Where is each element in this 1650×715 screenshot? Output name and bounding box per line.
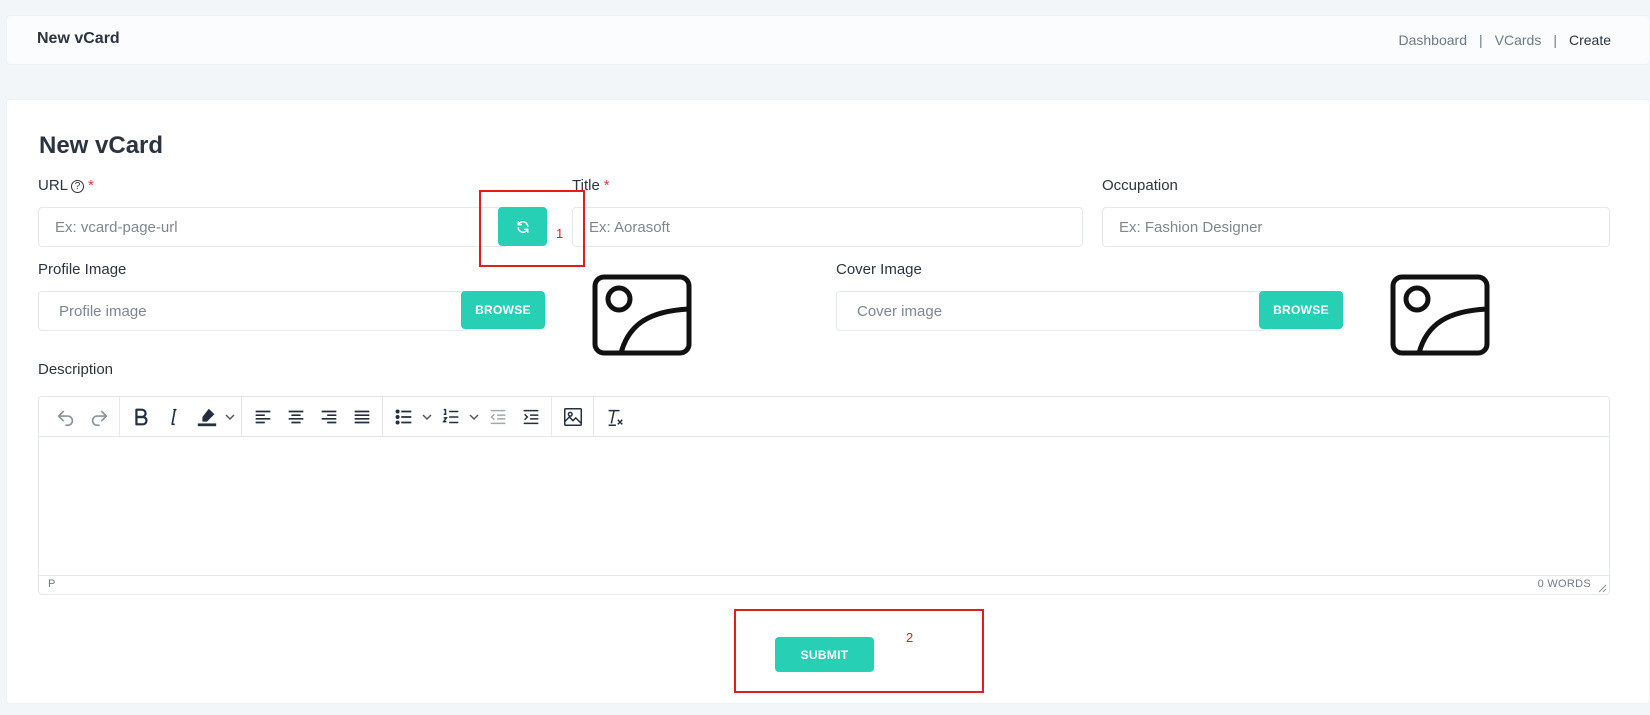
rich-text-editor: P 0 WORDS — [38, 396, 1610, 595]
editor-content-area[interactable] — [39, 437, 1609, 577]
toolbar-group-history — [45, 396, 120, 437]
chevron-down-icon[interactable] — [420, 411, 434, 423]
annotation-number-2: 2 — [906, 630, 914, 645]
breadcrumb-dashboard[interactable]: Dashboard — [1399, 32, 1468, 48]
cover-image-browse-button[interactable]: BROWSE — [1259, 291, 1343, 329]
breadcrumb-vcards[interactable]: VCards — [1495, 32, 1542, 48]
editor-toolbar — [39, 396, 1609, 437]
image-placeholder-icon — [592, 274, 692, 356]
profile-image-input[interactable] — [38, 291, 468, 331]
cover-image-input[interactable] — [836, 291, 1266, 331]
profile-image-label: Profile Image — [38, 261, 127, 278]
image-icon[interactable] — [556, 401, 589, 433]
annotation-number-1: 1 — [556, 226, 564, 241]
breadcrumb-create: Create — [1568, 32, 1611, 48]
breadcrumb: Dashboard | VCards | Create — [1399, 32, 1612, 48]
indent-icon[interactable] — [514, 401, 547, 433]
align-center-icon[interactable] — [279, 401, 312, 433]
highlight-icon[interactable] — [190, 401, 223, 433]
element-path[interactable]: P — [48, 578, 55, 590]
image-placeholder-icon — [1390, 274, 1490, 356]
align-right-icon[interactable] — [312, 401, 345, 433]
align-justify-icon[interactable] — [345, 401, 378, 433]
bold-icon[interactable] — [124, 401, 157, 433]
page-header-title: New vCard — [37, 30, 120, 47]
chevron-down-icon[interactable] — [467, 411, 481, 423]
breadcrumb-separator: | — [1553, 32, 1557, 48]
annotation-box-1 — [479, 190, 585, 267]
chevron-down-icon[interactable] — [223, 411, 237, 423]
italic-icon[interactable] — [157, 401, 190, 433]
question-circle-icon[interactable]: ? — [71, 180, 85, 193]
occupation-label: Occupation — [1102, 177, 1178, 194]
toolbar-group-lists — [383, 396, 552, 437]
word-count[interactable]: 0 WORDS — [1538, 578, 1591, 590]
url-input[interactable] — [38, 207, 508, 247]
profile-image-browse-button[interactable]: BROWSE — [461, 291, 545, 329]
bullet-list-icon[interactable] — [387, 401, 420, 433]
title-input[interactable] — [572, 207, 1083, 247]
undo-icon[interactable] — [49, 401, 82, 433]
clear-format-icon[interactable] — [598, 401, 631, 433]
toolbar-group-media — [552, 396, 594, 437]
editor-statusbar: P 0 WORDS — [39, 575, 1609, 594]
description-label: Description — [38, 361, 114, 378]
required-mark: * — [603, 177, 610, 194]
url-label: URL? * — [38, 177, 94, 194]
form-title: New vCard — [39, 132, 164, 159]
toolbar-group-format — [120, 396, 242, 437]
toolbar-group-align — [242, 396, 383, 437]
toolbar-group-clear — [594, 397, 635, 437]
required-mark: * — [88, 177, 94, 194]
redo-icon[interactable] — [82, 401, 115, 433]
resize-handle-icon[interactable] — [1597, 583, 1607, 593]
outdent-icon[interactable] — [481, 401, 514, 433]
cover-image-label: Cover Image — [836, 261, 922, 278]
breadcrumb-separator: | — [1479, 32, 1483, 48]
numbered-list-icon[interactable] — [434, 401, 467, 433]
top-bar: New vCard Dashboard | VCards | Create — [6, 15, 1650, 65]
occupation-input[interactable] — [1102, 207, 1610, 247]
align-left-icon[interactable] — [246, 401, 279, 433]
annotation-box-2 — [734, 609, 984, 693]
